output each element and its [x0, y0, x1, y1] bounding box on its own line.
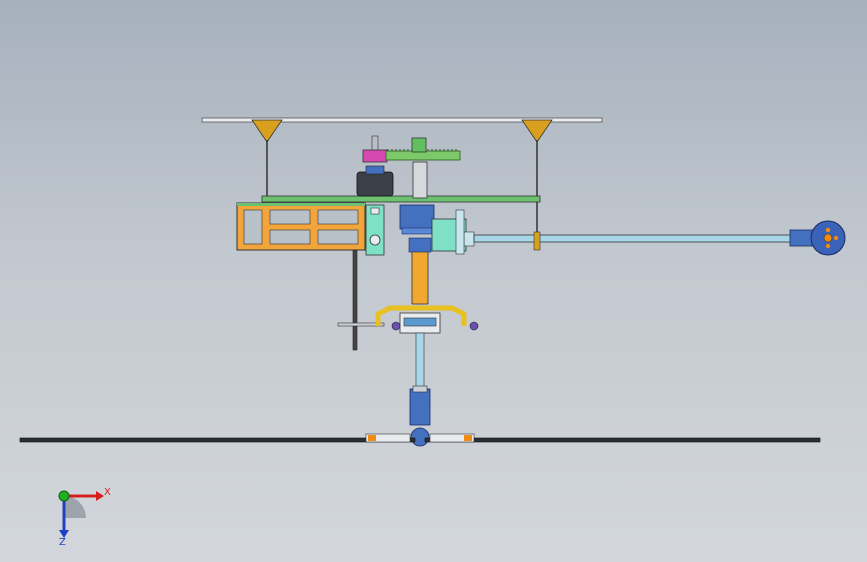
servo-horn: [369, 234, 381, 246]
frame-window-1: [243, 209, 263, 245]
bearing-block[interactable]: [399, 204, 435, 230]
main-shaft-lower[interactable]: [415, 332, 425, 392]
tail-boom[interactable]: [473, 234, 795, 243]
main-shaft[interactable]: [411, 249, 429, 305]
blade-grip-accent-left: [368, 435, 376, 441]
blade-grip-accent-right: [464, 435, 472, 441]
main-shaft-upper[interactable]: [412, 161, 428, 199]
bearing-flange: [401, 227, 433, 235]
x-axis-arrow: [96, 491, 104, 501]
x-axis-label: X: [104, 487, 111, 498]
flybar-paddle-left[interactable]: [251, 119, 283, 143]
tail-boom-clamp: [533, 231, 541, 251]
tail-rotor-bolt-2: [825, 243, 831, 249]
helicopter-assembly-model[interactable]: [0, 0, 867, 562]
linkage-ball-left: [391, 321, 401, 331]
tail-bracket: [455, 209, 465, 255]
tail-rotor-hub: [823, 233, 833, 243]
rotor-hub[interactable]: [410, 427, 430, 447]
motor-body[interactable]: [356, 171, 394, 197]
coordinate-triad[interactable]: X Z: [40, 478, 120, 548]
main-shaft-top: [411, 137, 427, 153]
servo-tab: [370, 207, 380, 215]
rotor-head[interactable]: [409, 388, 431, 426]
linkage-ball-right: [469, 321, 479, 331]
frame-window-4: [317, 209, 359, 225]
tail-rotor-bolt-1: [825, 227, 831, 233]
y-axis-origin: [58, 490, 70, 502]
main-deck-plate[interactable]: [261, 195, 541, 203]
frame-edge: [237, 203, 365, 206]
tail-gearbox-cap: [463, 231, 475, 247]
pinion-gear[interactable]: [362, 149, 388, 163]
z-axis-label: Z: [59, 537, 66, 548]
tail-rotor-bolt-3: [833, 235, 839, 241]
frame-window-5: [317, 229, 359, 245]
skid-strut[interactable]: [352, 249, 358, 351]
motor-mount: [365, 165, 385, 175]
main-shaft-collar: [408, 237, 432, 253]
main-rotor-blade-left[interactable]: [19, 437, 416, 443]
flybar-paddle-right[interactable]: [521, 119, 553, 143]
cad-viewport[interactable]: X Z: [0, 0, 867, 562]
frame-window-2: [269, 209, 311, 225]
rotor-head-cap: [412, 385, 428, 393]
main-rotor-blade-right[interactable]: [424, 437, 821, 443]
swashplate-ring: [403, 317, 437, 327]
frame-window-3: [269, 229, 311, 245]
